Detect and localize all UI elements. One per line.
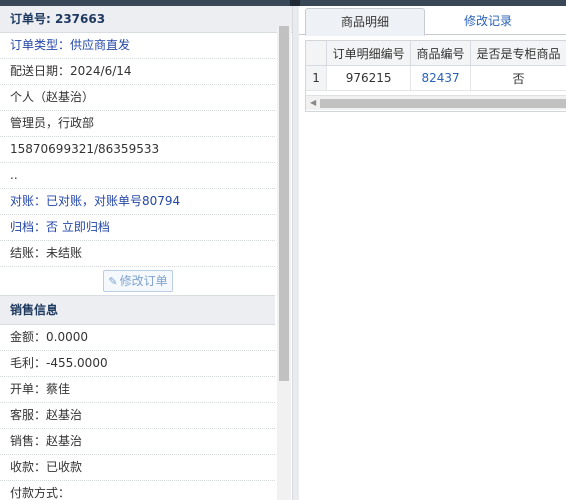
- counter-product-header[interactable]: 是否是专柜商品: [470, 41, 566, 66]
- amount-row: 金额：0.0000: [0, 325, 275, 351]
- reconcile-row[interactable]: 对账：已对账，对账单号80794: [0, 189, 275, 215]
- edit-order-label: 修改订单: [119, 274, 168, 288]
- left-scroll-thumb[interactable]: [279, 26, 289, 381]
- service-row: 客服：赵基治: [0, 403, 275, 429]
- product-grid: 订单明细编号 商品编号 是否是专柜商品 1 976215 82437 否 ◀: [305, 40, 566, 112]
- detail-id-cell: 976215: [326, 65, 412, 91]
- order-number-header: 订单号: 237663: [0, 6, 292, 33]
- address-row: ..: [0, 163, 275, 189]
- gross-profit-row: 毛利：-455.0000: [0, 351, 275, 377]
- tab-change-log[interactable]: 修改记录: [429, 8, 547, 34]
- product-table: 订单明细编号 商品编号 是否是专柜商品 1 976215 82437 否: [306, 41, 566, 91]
- payment-status-row: 收款：已收款: [0, 455, 275, 481]
- order-info-panel: 订单号: 237663 订单类型：供应商直发 配送日期：2024/6/14 个人…: [0, 6, 292, 500]
- row-index-cell: 1: [306, 65, 328, 91]
- table-row[interactable]: 1 976215 82437 否: [306, 65, 566, 91]
- customer-row: 个人（赵基治）: [0, 85, 275, 111]
- panel-splitter[interactable]: [292, 6, 299, 500]
- product-id-header[interactable]: 商品编号: [410, 41, 472, 66]
- payment-method-row: 付款方式：: [0, 481, 275, 500]
- edit-button-row: ✎ 修改订单: [0, 267, 275, 296]
- sales-info-title: 销售信息: [0, 296, 275, 325]
- detail-id-header[interactable]: 订单明细编号: [326, 41, 412, 66]
- counter-product-cell: 否: [470, 65, 566, 91]
- order-type-row: 订单类型：供应商直发: [0, 33, 275, 59]
- grid-scroll-thumb[interactable]: [320, 99, 566, 108]
- issuer-row: 开单：蔡佳: [0, 377, 275, 403]
- tab-bar: 商品明细 修改记录: [299, 6, 566, 36]
- department-row: 管理员，行政部: [0, 111, 275, 137]
- details-panel: 商品明细 修改记录 订单明细编号 商品编号 是否是专柜商品 1 976215 8…: [299, 6, 566, 500]
- archive-row[interactable]: 归档：否 立即归档: [0, 215, 275, 241]
- index-header: [306, 41, 328, 66]
- edit-order-button[interactable]: ✎ 修改订单: [103, 270, 173, 292]
- edit-icon: ✎: [108, 275, 118, 288]
- product-id-link[interactable]: 82437: [410, 65, 472, 91]
- sales-row: 销售：赵基治: [0, 429, 275, 455]
- tab-product-details[interactable]: 商品明细: [305, 8, 425, 36]
- phone-row: 15870699321/86359533: [0, 137, 275, 163]
- settlement-row: 结账：未结账: [0, 241, 275, 267]
- left-vertical-scrollbar[interactable]: [277, 26, 291, 500]
- delivery-date-row: 配送日期：2024/6/14: [0, 59, 275, 85]
- table-header-row: 订单明细编号 商品编号 是否是专柜商品: [306, 41, 566, 66]
- scroll-left-arrow-icon[interactable]: ◀: [310, 98, 316, 107]
- grid-horizontal-scrollbar[interactable]: ◀: [306, 95, 566, 110]
